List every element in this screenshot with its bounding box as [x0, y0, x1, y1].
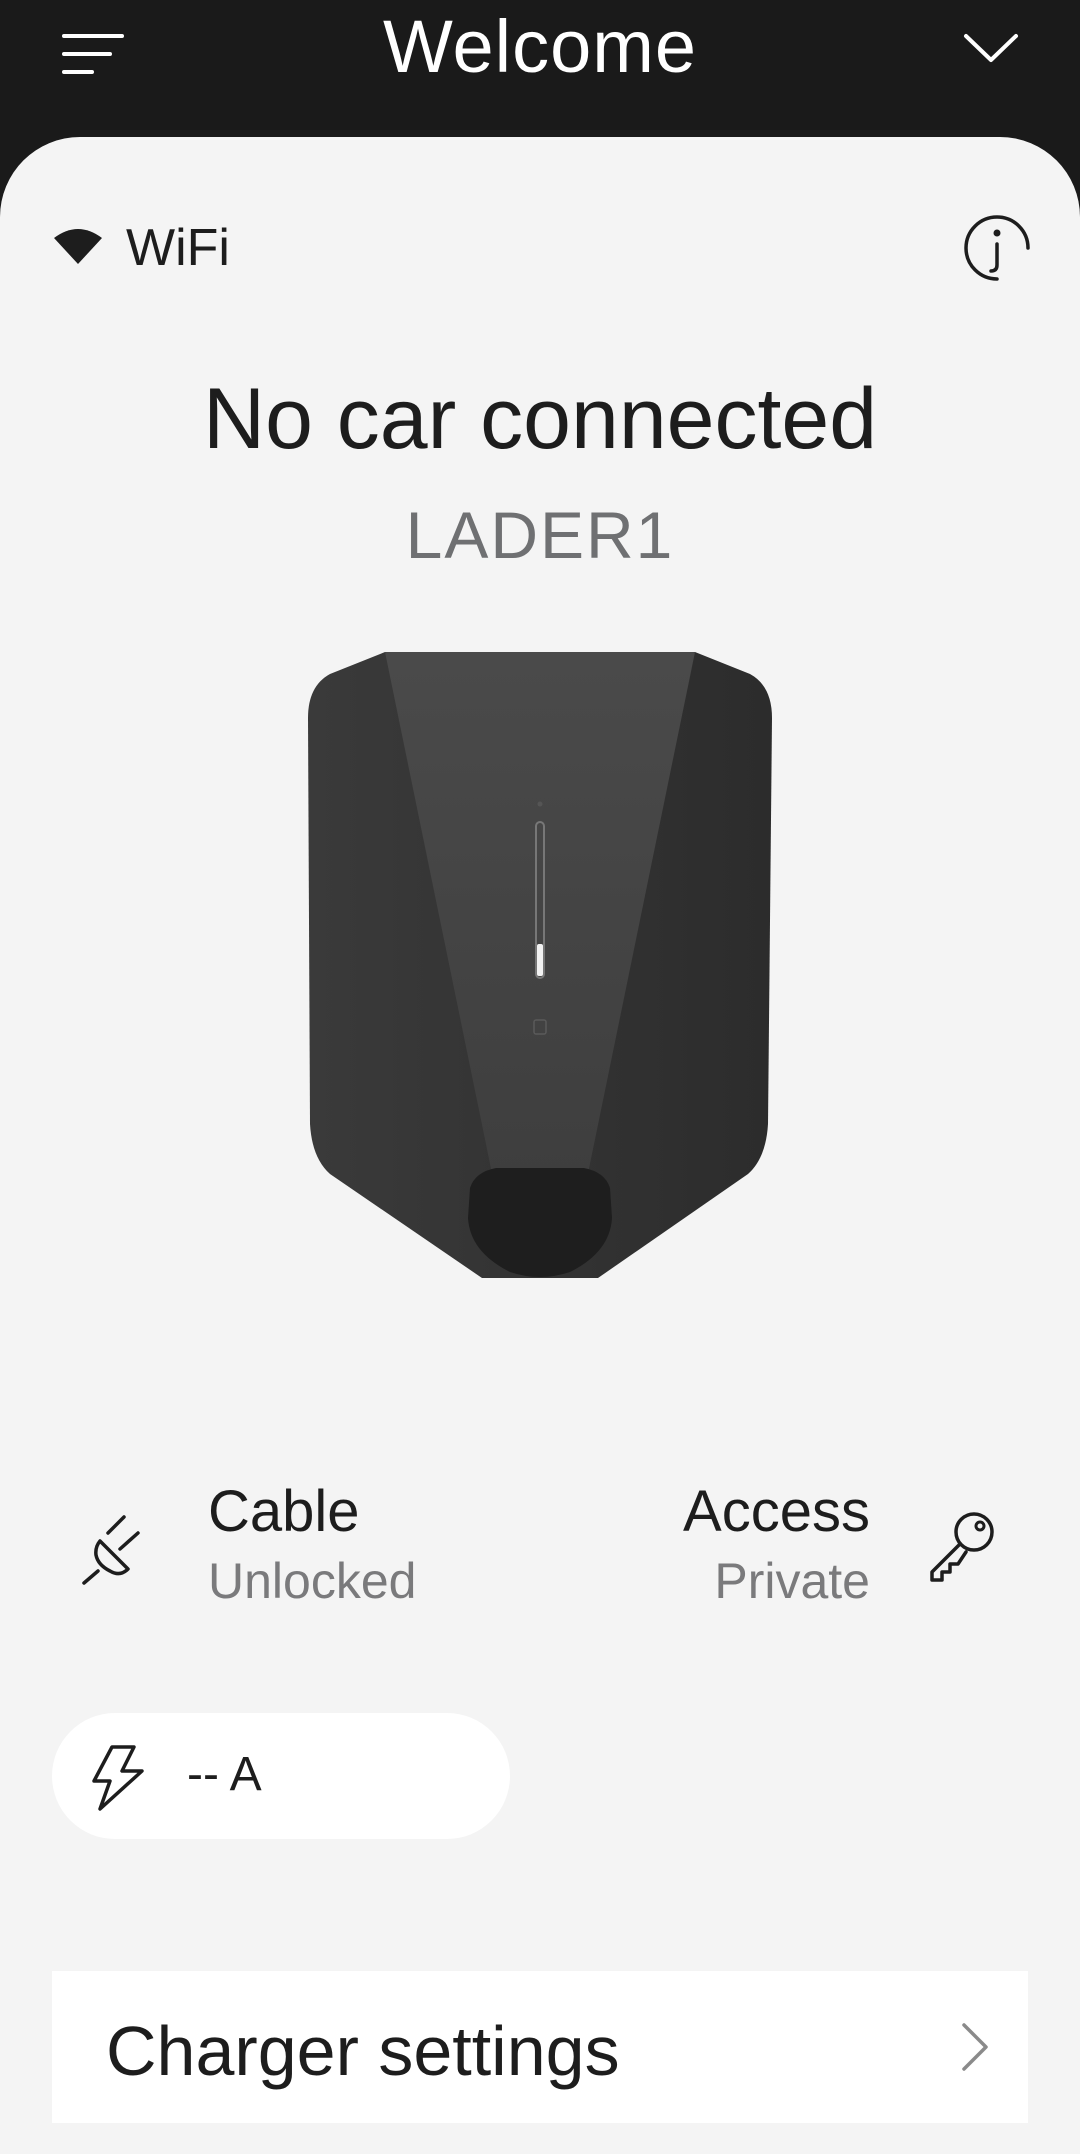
charger-image [300, 648, 780, 1278]
lightning-icon [90, 1745, 148, 1811]
charger-settings-button[interactable]: Charger settings [52, 1971, 1028, 2123]
key-icon [924, 1508, 1000, 1584]
page-title: Welcome [382, 5, 698, 88]
charger-settings-label: Charger settings [106, 2012, 620, 2090]
charging-status-title: No car connected [202, 371, 878, 467]
charger-name: LADER1 [405, 498, 675, 572]
current-indicator: -- A [52, 1713, 510, 1839]
cable-title: Cable [208, 1479, 360, 1544]
access-title: Access [683, 1479, 870, 1544]
chevron-down-icon[interactable] [960, 24, 1022, 68]
top-bar: Welcome [0, 0, 1080, 138]
access-status: Private [714, 1553, 870, 1609]
connection-label: WiFi [126, 219, 230, 277]
plug-icon [80, 1505, 160, 1585]
current-value: -- A [187, 1748, 262, 1801]
chevron-right-icon [952, 2021, 996, 2073]
connection-status: WiFi [52, 219, 230, 277]
wifi-icon [52, 226, 104, 271]
cable-status: Unlocked [208, 1553, 417, 1609]
info-icon[interactable] [962, 213, 1032, 283]
